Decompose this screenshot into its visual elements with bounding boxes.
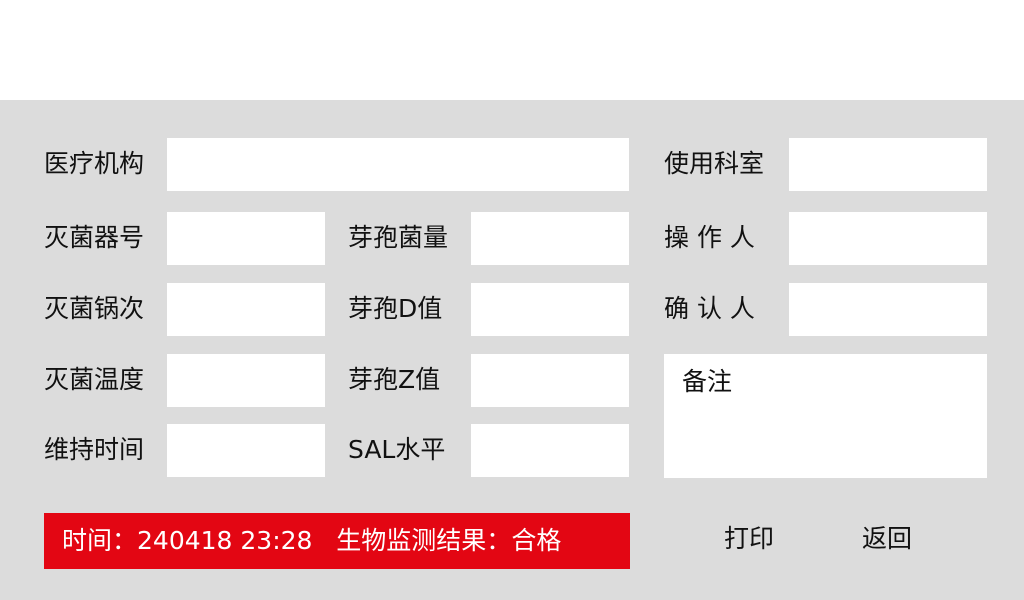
spore-d-label: 芽孢D值 (348, 294, 443, 323)
department-input[interactable] (789, 138, 987, 191)
temperature-label: 灭菌温度 (44, 365, 145, 394)
remarks-box: 备注 (664, 354, 987, 478)
remarks-label: 备注 (682, 367, 733, 396)
result-value: 合格 (511, 526, 562, 555)
batch-input[interactable] (167, 283, 325, 336)
confirmer-input[interactable] (789, 283, 987, 336)
sterilizer-no-label: 灭菌器号 (44, 223, 145, 252)
confirmer-label: 确 认 人 (664, 294, 755, 323)
temperature-input[interactable] (167, 354, 325, 407)
hold-time-label: 维持时间 (44, 435, 145, 464)
institution-label: 医疗机构 (44, 149, 145, 178)
spore-z-label: 芽孢Z值 (348, 365, 441, 394)
sal-label: SAL水平 (348, 435, 446, 464)
print-button[interactable]: 打印 (718, 514, 780, 564)
status-bar: 时间：240418 23:28 生物监测结果：合格 (44, 513, 630, 569)
hold-time-input[interactable] (167, 424, 325, 477)
time-value: 240418 23:28 (137, 526, 313, 555)
sal-input[interactable] (471, 424, 629, 477)
batch-label: 灭菌锅次 (44, 294, 145, 323)
spore-count-input[interactable] (471, 212, 629, 265)
spore-z-input[interactable] (471, 354, 629, 407)
sterilizer-no-input[interactable] (167, 212, 325, 265)
department-label: 使用科室 (664, 149, 765, 178)
remarks-input[interactable] (664, 400, 987, 478)
result-label: 生物监测结果： (336, 526, 512, 555)
operator-input[interactable] (789, 212, 987, 265)
spore-d-input[interactable] (471, 283, 629, 336)
back-button[interactable]: 返回 (856, 514, 918, 564)
operator-label: 操 作 人 (664, 223, 755, 252)
spore-count-label: 芽孢菌量 (348, 223, 449, 252)
institution-input[interactable] (167, 138, 629, 191)
time-label: 时间： (62, 526, 138, 555)
